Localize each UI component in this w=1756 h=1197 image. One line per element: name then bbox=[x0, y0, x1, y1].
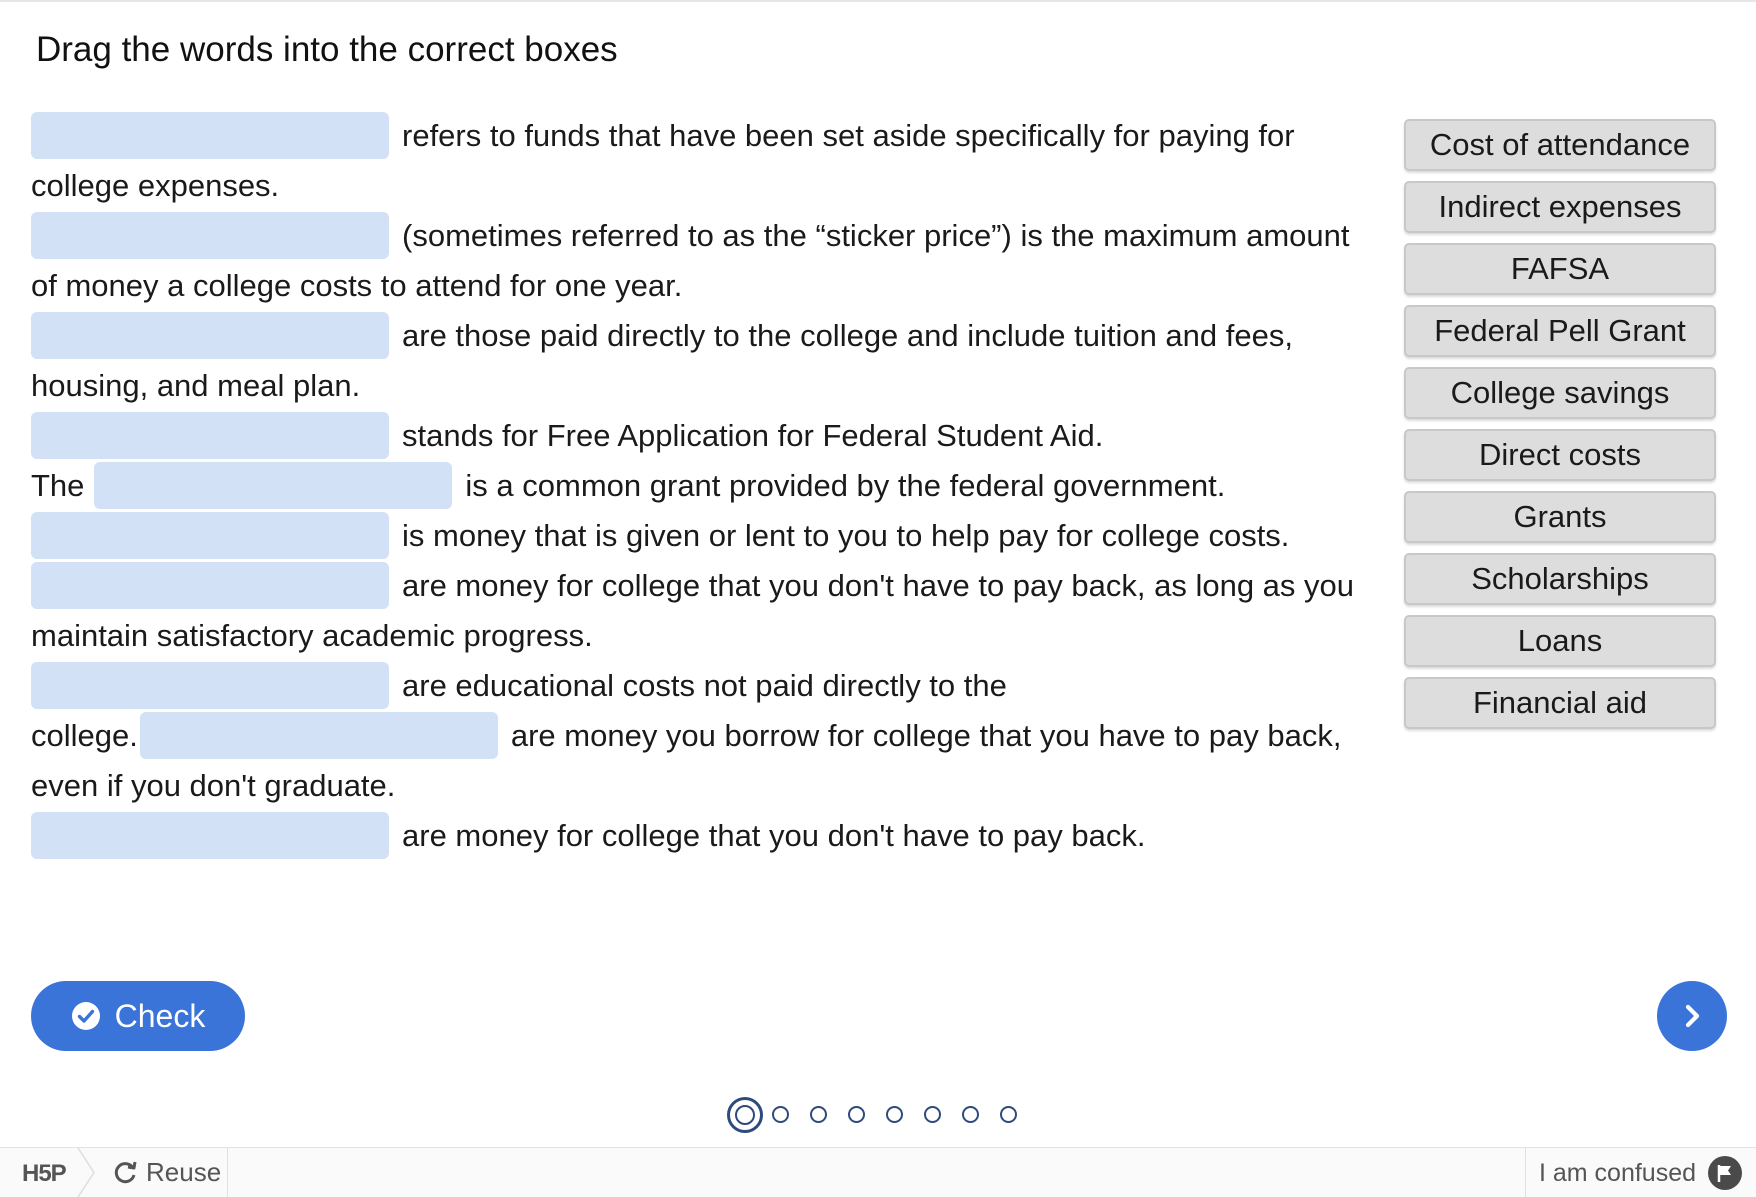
sentence-text: are educational costs not paid directly … bbox=[402, 668, 1007, 703]
sentence-10: are money for college that you don't hav… bbox=[31, 812, 1146, 860]
chevron-right-icon bbox=[1685, 1004, 1700, 1028]
progress-dot[interactable] bbox=[848, 1106, 865, 1123]
sentence-3-cont: housing, and meal plan. bbox=[31, 362, 360, 410]
check-button-label: Check bbox=[114, 997, 206, 1034]
sentence-7-cont: maintain satisfactory academic progress. bbox=[31, 612, 593, 660]
progress-dot[interactable] bbox=[924, 1106, 941, 1123]
drop-zone-4[interactable] bbox=[31, 412, 389, 460]
footer-bar: H5P Reuse I am confused bbox=[0, 1147, 1756, 1197]
drop-zone-1[interactable] bbox=[31, 112, 389, 160]
draggable-word[interactable]: Grants bbox=[1404, 491, 1716, 543]
next-button[interactable] bbox=[1657, 981, 1727, 1051]
draggable-word[interactable]: Indirect expenses bbox=[1404, 181, 1716, 233]
draggable-word[interactable]: Federal Pell Grant bbox=[1404, 305, 1716, 357]
sentence-9-cont: even if you don't graduate. bbox=[31, 762, 395, 810]
sentence-2: (sometimes referred to as the “sticker p… bbox=[31, 212, 1350, 260]
top-border bbox=[0, 0, 1756, 2]
progress-dot[interactable] bbox=[886, 1106, 903, 1123]
sentence-text: even if you don't graduate. bbox=[31, 768, 396, 803]
drop-zone-3[interactable] bbox=[31, 312, 389, 360]
refresh-icon bbox=[114, 1161, 137, 1183]
h5p-logo: H5P bbox=[22, 1160, 67, 1187]
drop-zone-7[interactable] bbox=[31, 562, 389, 610]
sentence-8: are educational costs not paid directly … bbox=[31, 662, 1007, 710]
sentence-text: college expenses. bbox=[31, 168, 280, 203]
confused-label: I am confused bbox=[1538, 1158, 1696, 1187]
progress-dot[interactable] bbox=[1000, 1106, 1017, 1123]
sentence-text: are money you borrow for college that yo… bbox=[510, 718, 1342, 753]
sentence-text: stands for Free Application for Federal … bbox=[402, 418, 1104, 453]
progress-dot[interactable] bbox=[810, 1106, 827, 1123]
drop-zone-8[interactable] bbox=[31, 662, 389, 710]
footer-divider bbox=[1525, 1148, 1526, 1197]
sentence-text: college. bbox=[31, 718, 138, 753]
drop-zone-5[interactable] bbox=[94, 462, 453, 510]
drop-zone-6[interactable] bbox=[31, 512, 389, 560]
drop-zone-2[interactable] bbox=[31, 212, 389, 260]
sentence-text: The bbox=[31, 468, 85, 503]
sentence-2-cont: of money a college costs to attend for o… bbox=[31, 262, 682, 310]
sentence-1-cont: college expenses. bbox=[31, 162, 279, 210]
sentence-7: are money for college that you don't hav… bbox=[31, 562, 1354, 610]
sentence-text: are those paid directly to the college a… bbox=[402, 318, 1293, 353]
sentence-text: (sometimes referred to as the “sticker p… bbox=[402, 218, 1350, 253]
draggable-word[interactable]: College savings bbox=[1404, 367, 1716, 419]
reuse-label: Reuse bbox=[146, 1157, 222, 1187]
sentence-text: are money for college that you don't hav… bbox=[402, 568, 1355, 603]
sentence-text: of money a college costs to attend for o… bbox=[31, 268, 683, 303]
sentence-text: are money for college that you don't hav… bbox=[402, 818, 1146, 853]
flag-icon bbox=[1708, 1156, 1742, 1190]
draggable-word[interactable]: Cost of attendance bbox=[1404, 119, 1716, 171]
sentence-3: are those paid directly to the college a… bbox=[31, 312, 1293, 360]
breadcrumb-separator-icon bbox=[77, 1148, 95, 1197]
sentence-9: college. are money you borrow for college… bbox=[31, 712, 1341, 760]
sentence-text: is a common grant provided by the federa… bbox=[465, 468, 1226, 503]
progress-dot-current[interactable] bbox=[727, 1097, 763, 1133]
reuse-button[interactable]: Reuse bbox=[112, 1157, 221, 1188]
sentence-5: The is a common grant provided by the fed… bbox=[31, 462, 1225, 510]
check-circle-icon bbox=[71, 1002, 100, 1030]
footer-divider bbox=[227, 1148, 228, 1197]
draggable-word[interactable]: Scholarships bbox=[1404, 553, 1716, 605]
sentence-6: is money that is given or lent to you to… bbox=[31, 512, 1289, 560]
check-button[interactable]: Check bbox=[31, 981, 245, 1051]
draggable-word[interactable]: Financial aid bbox=[1404, 677, 1716, 729]
sentence-text: refers to funds that have been set aside… bbox=[402, 118, 1295, 153]
confused-button[interactable]: I am confused bbox=[1539, 1156, 1742, 1190]
sentence-text: maintain satisfactory academic progress. bbox=[31, 618, 593, 653]
draggable-word[interactable]: FAFSA bbox=[1404, 243, 1716, 295]
drop-zone-10[interactable] bbox=[31, 812, 389, 860]
progress-dot[interactable] bbox=[772, 1106, 789, 1123]
page-title: Drag the words into the correct boxes bbox=[36, 30, 618, 69]
sentence-1: refers to funds that have been set aside… bbox=[31, 112, 1295, 160]
draggable-word[interactable]: Direct costs bbox=[1404, 429, 1716, 481]
progress-dot[interactable] bbox=[962, 1106, 979, 1123]
drop-zone-9[interactable] bbox=[139, 712, 498, 760]
sentence-4: stands for Free Application for Federal … bbox=[31, 412, 1103, 460]
word-bank: Cost of attendance Indirect expenses FAF… bbox=[1404, 119, 1716, 739]
sentence-text: housing, and meal plan. bbox=[31, 368, 361, 403]
sentence-text: is money that is given or lent to you to… bbox=[402, 518, 1290, 553]
draggable-word[interactable]: Loans bbox=[1404, 615, 1716, 667]
